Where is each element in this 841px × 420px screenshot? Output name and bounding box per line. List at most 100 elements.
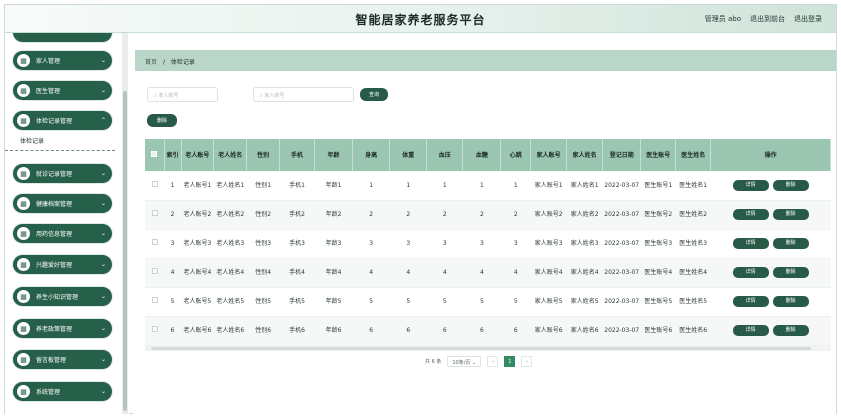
submenu-divider [5,150,115,151]
sidebar-item-policy[interactable]: ▦ 养老政策管理 ⌄ [13,319,112,338]
logout-link[interactable]: 退出登录 [794,14,822,24]
row-checkbox[interactable] [151,297,158,303]
sidebar-item-label: 留言板管理 [36,357,67,364]
row-delete-button[interactable]: 删除 [772,325,809,336]
row-actions: 详情 删除 [710,258,831,288]
row-checkbox[interactable] [151,210,158,216]
page-button-current[interactable]: 1 [504,356,516,367]
sidebar-item-messages[interactable]: ▦ 留言板管理 ⌄ [13,350,112,369]
select-all-cell[interactable] [145,139,165,171]
table-horizontal-scrollbar[interactable] [145,346,831,351]
sidebar-item-system[interactable]: ▦ 系统管理 ⌄ [13,382,112,401]
chevron-down-icon: ⌄ [100,170,106,177]
table-cell: 老人姓名4 [213,258,247,288]
bulk-delete-button[interactable]: 删除 [147,114,177,127]
row-checkbox[interactable] [151,180,158,187]
table-cell: 1 [352,171,390,201]
column-header: 医生账号 [640,139,677,171]
prev-page-button[interactable]: ‹ [487,356,499,367]
sidebar-item-hobby[interactable]: ▦ 兴趣爱好管理 ⌄ [13,255,112,274]
sidebar-scrollbar[interactable] [122,33,128,414]
grid-icon: ▦ [17,227,30,240]
table-cell: 年龄4 [314,258,353,288]
table-cell: 年龄3 [314,229,353,259]
detail-button[interactable]: 详情 [732,296,769,307]
sidebar-item-doctor[interactable]: ▦ 医生管理 ⌄ [13,81,112,100]
family-account-search-input[interactable]: ⌕ 家人账号 [253,87,354,102]
table-cell: 手机3 [279,229,315,259]
page-size-value: 10条/页 [452,360,471,366]
detail-button[interactable]: 详情 [732,267,769,278]
table-cell: 2 [462,200,501,230]
table-cell: 老人姓名2 [213,200,247,230]
detail-button[interactable]: 详情 [732,325,769,336]
sidebar-item-label: 兴趣爱好管理 [36,262,73,269]
table-cell: 4 [352,258,390,288]
detail-button[interactable]: 详情 [732,209,769,220]
submenu-checkup-records[interactable]: 体检记录 [20,136,44,145]
sidebar-item-family[interactable]: ▦ 家人管理 ⌄ [13,51,112,70]
table-cell: 手机2 [279,200,315,230]
table-cell: 6 [500,316,531,346]
detail-button[interactable]: 详情 [732,179,769,191]
elder-account-search-input[interactable]: ⌕ 老人账号 [147,87,218,102]
row-delete-button[interactable]: 删除 [772,179,809,191]
chevron-down-icon: ⌄ [100,325,106,332]
table-cell: 1 [462,171,501,201]
table-header-row: 索引 老人账号 老人姓名 性别 手机 年龄 身高 体重 血压 血糖 心跳 家人账… [145,139,831,171]
table-cell: 家人姓名6 [566,316,603,346]
table-cell: 3 [462,229,501,259]
sidebar-item-wellness-tips[interactable]: ▦ 养生小知识管理 ⌄ [13,287,112,306]
chevron-down-icon: ⌄ [100,87,106,94]
sidebar-item-top-partial[interactable] [13,33,112,42]
sidebar-scroll-thumb[interactable] [123,91,127,411]
table-cell: 2022-03-07 [602,200,641,230]
sidebar-item-medication[interactable]: ▦ 用药信息管理 ⌄ [13,224,112,243]
page-size-select[interactable]: 10条/页 ⌄ [447,356,482,367]
column-header: 体重 [389,139,428,171]
row-select-cell[interactable] [145,316,165,346]
table-cell: 4 [462,258,501,288]
row-delete-button[interactable]: 删除 [772,267,809,278]
search-button[interactable]: 查询 [360,88,388,101]
exit-to-front-link[interactable]: 退出到前台 [750,14,785,24]
row-select-cell[interactable] [145,200,165,230]
row-select-cell[interactable] [145,229,165,259]
sidebar-item-health[interactable]: ▦ 健康档案管理 ⌄ [13,194,112,213]
row-delete-button[interactable]: 删除 [772,296,809,307]
next-page-button[interactable]: › [521,356,533,367]
row-select-cell[interactable] [145,258,165,288]
table-cell: 性别4 [246,258,280,288]
elder-account-placeholder: 老人账号 [158,93,179,99]
table-cell: 2022-03-07 [602,287,641,317]
table-cell: 5 [462,287,501,317]
breadcrumb: 首页 / 体检记录 [135,50,836,71]
detail-button[interactable]: 详情 [732,238,769,249]
table-cell: 6 [462,316,501,346]
row-actions: 详情 删除 [710,171,831,201]
sidebar-item-checkup[interactable]: ▦ 体检记录管理 ⌃ [13,111,112,130]
table-cell: 医生账号3 [640,229,676,259]
row-checkbox[interactable] [151,268,158,274]
chevron-down-icon: ⌄ [472,360,477,366]
row-checkbox[interactable] [151,239,158,245]
table-scroll-thumb[interactable] [151,347,811,350]
row-select-cell[interactable] [145,287,165,317]
pagination: 共 6 条 10条/页 ⌄ ‹ 1 › [425,356,533,367]
table-cell: 手机5 [279,287,315,317]
breadcrumb-current: 体检记录 [170,59,195,66]
breadcrumb-home[interactable]: 首页 [145,59,157,66]
table-cell: 家人账号5 [530,287,567,317]
table-cell: 1 [426,171,463,201]
table-cell: 年龄1 [314,171,353,201]
column-header: 医生姓名 [675,139,712,171]
row-delete-button[interactable]: 删除 [772,238,809,249]
records-table: 索引 老人账号 老人姓名 性别 手机 年龄 身高 体重 血压 血糖 心跳 家人账… [145,139,831,346]
row-checkbox[interactable] [151,326,158,332]
sidebar-item-visit[interactable]: ▦ 就诊记录管理 ⌄ [13,164,112,183]
row-delete-button[interactable]: 删除 [772,209,809,220]
table-cell: 2 [500,200,531,230]
select-all-checkbox[interactable] [151,150,158,157]
grid-icon: ▦ [17,258,30,271]
row-select-cell[interactable] [145,171,165,201]
